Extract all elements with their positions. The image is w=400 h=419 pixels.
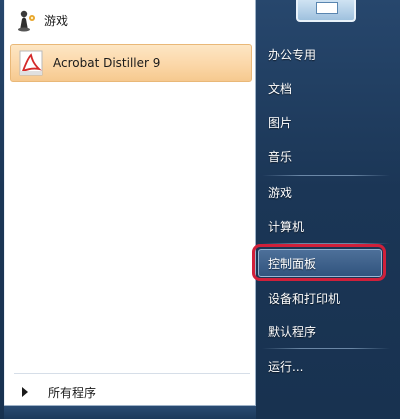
right-separator: [262, 175, 390, 176]
expand-arrow-icon: [22, 387, 28, 397]
right-item-music[interactable]: 音乐: [268, 145, 388, 167]
user-picture[interactable]: [296, 0, 356, 22]
right-item-label: 运行...: [268, 359, 304, 374]
right-item-computer[interactable]: 计算机: [268, 215, 388, 237]
search-strip: [4, 406, 256, 419]
right-item-default-programs[interactable]: 默认程序: [268, 320, 388, 342]
right-item-label: 默认程序: [268, 324, 317, 339]
right-item-label: 图片: [268, 115, 293, 130]
right-item-documents[interactable]: 文档: [268, 77, 388, 99]
right-item-games[interactable]: 游戏: [268, 181, 388, 203]
right-item-label: 计算机: [268, 219, 305, 234]
annotation-red-outline: [252, 244, 386, 281]
all-programs-button[interactable]: 所有程序: [14, 380, 250, 404]
right-item-devices-printers[interactable]: 设备和打印机: [268, 287, 388, 309]
right-item-label: 游戏: [268, 185, 293, 200]
program-label-acrobat: Acrobat Distiller 9: [53, 56, 161, 70]
program-label-games: 游戏: [44, 13, 69, 28]
acrobat-distiller-icon: [19, 50, 43, 76]
right-item-label: 音乐: [268, 149, 293, 164]
program-item-acrobat-distiller[interactable]: Acrobat Distiller 9: [10, 44, 252, 82]
programs-divider: [14, 373, 250, 374]
all-programs-label: 所有程序: [48, 385, 97, 400]
right-item-pictures[interactable]: 图片: [268, 111, 388, 133]
right-item-label: 设备和打印机: [268, 291, 341, 306]
right-item-office[interactable]: 办公专用: [268, 43, 388, 65]
program-item-games[interactable]: 游戏: [10, 4, 252, 36]
games-icon: [18, 10, 35, 32]
right-item-label: 办公专用: [268, 47, 317, 62]
right-item-label: 文档: [268, 81, 293, 96]
monitor-icon: [316, 2, 338, 14]
start-menu: 游戏 Acrobat Distiller 9 所有程序 办公专用 文档 图片 音…: [0, 0, 400, 419]
right-separator: [262, 348, 390, 349]
programs-pane: 游戏 Acrobat Distiller 9 所有程序: [4, 0, 256, 406]
right-item-run[interactable]: 运行...: [268, 355, 388, 377]
